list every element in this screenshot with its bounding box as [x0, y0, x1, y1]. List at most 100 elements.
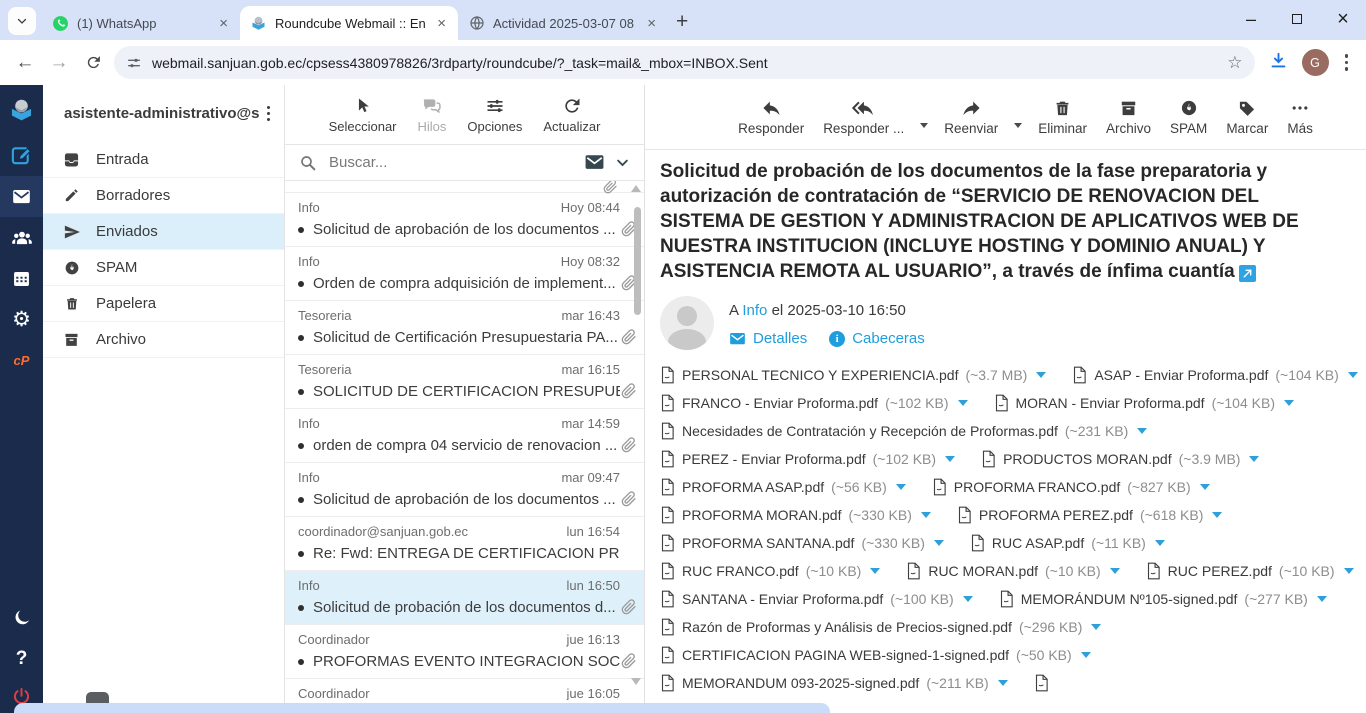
attachment-item[interactable]: MORAN - Enviar Proforma.pdf (~104 KB) — [994, 393, 1295, 412]
attachment-item[interactable]: SANTANA - Enviar Proforma.pdf (~100 KB) — [660, 589, 973, 608]
message-row[interactable]: coordinador@sanjuan.gob.eclun 16:54 Re: … — [285, 517, 644, 571]
attachment-dropdown-caret[interactable] — [896, 484, 906, 490]
attachment-dropdown-caret[interactable] — [945, 456, 955, 462]
mail-nav-button[interactable] — [0, 176, 43, 217]
profile-avatar[interactable]: G — [1302, 49, 1329, 76]
attachment-dropdown-caret[interactable] — [870, 568, 880, 574]
mark-button[interactable]: Marcar — [1223, 98, 1271, 136]
calendar-nav-button[interactable] — [0, 258, 43, 299]
list-scrollbar-thumb[interactable] — [634, 207, 641, 315]
browser-tab[interactable]: Roundcube Webmail :: Enviados × — [240, 6, 458, 40]
external-link-icon[interactable] — [1239, 265, 1256, 282]
attachment-item[interactable]: MEMORANDUM 093-2025-signed.pdf (~211 KB) — [660, 673, 1008, 692]
dark-mode-button[interactable] — [0, 597, 43, 638]
folder-item-enviados[interactable]: Enviados — [43, 214, 284, 250]
folder-item-papelera[interactable]: Papelera — [43, 286, 284, 322]
attachment-item[interactable]: CERTIFICACION PAGINA WEB-signed-1-signed… — [660, 645, 1091, 664]
message-row-partial-top[interactable] — [285, 181, 644, 193]
attachment-dropdown-caret[interactable] — [1137, 428, 1147, 434]
folder-item-archivo[interactable]: Archivo — [43, 322, 284, 358]
message-row[interactable]: Tesoreriamar 16:43 Solicitud de Certific… — [285, 301, 644, 355]
attachment-dropdown-caret[interactable] — [1091, 624, 1101, 630]
folder-item-borradores[interactable]: Borradores — [43, 178, 284, 214]
attachment-dropdown-caret[interactable] — [1200, 484, 1210, 490]
message-row[interactable]: Infomar 09:47 Solicitud de aprobación de… — [285, 463, 644, 517]
forward-dropdown-caret[interactable] — [1014, 123, 1022, 128]
tab-search-button[interactable] — [8, 7, 36, 35]
browser-tab[interactable]: Actividad 2025-03-07 08:00:00 × — [458, 6, 668, 40]
delete-button[interactable]: Eliminar — [1035, 98, 1090, 136]
attachment-item[interactable]: PEREZ - Enviar Proforma.pdf (~102 KB) — [660, 449, 955, 468]
close-button[interactable]: × — [1320, 0, 1366, 38]
reload-button[interactable] — [80, 54, 106, 71]
attachment-dropdown-caret[interactable] — [1036, 372, 1046, 378]
forward-button[interactable]: → — [46, 52, 72, 74]
attachment-item[interactable]: PRODUCTOS MORAN.pdf (~3.9 MB) — [981, 449, 1259, 468]
message-row[interactable]: Infolun 16:50 Solicitud de probación de … — [285, 571, 644, 625]
list-scroll-down-arrow[interactable] — [631, 678, 641, 685]
browser-tab[interactable]: (1) WhatsApp × — [42, 6, 240, 40]
attachment-dropdown-caret[interactable] — [998, 680, 1008, 686]
attachment-dropdown-caret[interactable] — [934, 540, 944, 546]
new-tab-button[interactable]: + — [676, 11, 688, 32]
reply-button[interactable]: Responder — [735, 98, 807, 136]
select-button[interactable]: Seleccionar — [329, 96, 397, 134]
tab-close-icon[interactable]: × — [643, 14, 660, 33]
message-row[interactable]: Infomar 14:59 orden de compra 04 servici… — [285, 409, 644, 463]
settings-nav-button[interactable]: ⚙ — [0, 299, 43, 340]
tab-close-icon[interactable]: × — [215, 14, 232, 33]
reply-all-button[interactable]: Responder ... — [820, 98, 907, 136]
help-button[interactable]: ? — [0, 638, 43, 679]
browser-menu-button[interactable] — [1337, 54, 1357, 71]
attachment-item[interactable]: PERSONAL TECNICO Y EXPERIENCIA.pdf (~3.7… — [660, 365, 1046, 384]
attachment-item[interactable]: RUC MORAN.pdf (~10 KB) — [906, 561, 1119, 580]
spam-button[interactable]: SPAM — [1167, 98, 1210, 136]
attachment-item[interactable]: Razón de Proformas y Análisis de Precios… — [660, 617, 1101, 636]
attachment-item[interactable]: PROFORMA PEREZ.pdf (~618 KB) — [957, 505, 1222, 524]
back-button[interactable]: ← — [12, 52, 38, 74]
attachment-dropdown-caret[interactable] — [1249, 456, 1259, 462]
list-scroll-up-arrow[interactable] — [631, 185, 641, 192]
attachment-item[interactable]: PROFORMA ASAP.pdf (~56 KB) — [660, 477, 906, 496]
more-button[interactable]: Más — [1284, 98, 1316, 136]
bookmark-star-icon[interactable]: ☆ — [1227, 53, 1242, 73]
attachment-item[interactable]: PROFORMA MORAN.pdf (~330 KB) — [660, 505, 931, 524]
compose-button[interactable] — [0, 135, 43, 176]
attachment-item[interactable]: FRANCO - Enviar Proforma.pdf (~102 KB) — [660, 393, 968, 412]
attachment-dropdown-caret[interactable] — [958, 400, 968, 406]
details-link[interactable]: Detalles — [729, 330, 807, 347]
attachment-item[interactable]: PROFORMA FRANCO.pdf (~827 KB) — [932, 477, 1210, 496]
headers-link[interactable]: i Cabeceras — [829, 330, 925, 347]
attachment-dropdown-caret[interactable] — [1348, 372, 1358, 378]
address-bar[interactable]: webmail.sanjuan.gob.ec/cpsess4380978826/… — [114, 46, 1255, 79]
reply-all-dropdown-caret[interactable] — [920, 123, 928, 128]
attachment-item[interactable]: ASAP - Enviar Proforma.pdf (~104 KB) — [1072, 365, 1357, 384]
attachment-dropdown-caret[interactable] — [921, 512, 931, 518]
folder-item-spam[interactable]: SPAM — [43, 250, 284, 286]
message-row[interactable]: InfoHoy 08:44 Solicitud de aprobación de… — [285, 193, 644, 247]
attachment-item[interactable]: RUC ASAP.pdf (~11 KB) — [970, 533, 1165, 552]
refresh-button[interactable]: Actualizar — [543, 96, 600, 134]
message-row[interactable]: Tesoreriamar 16:15 SOLICITUD DE CERTIFIC… — [285, 355, 644, 409]
search-input[interactable] — [327, 153, 574, 172]
account-menu-button[interactable] — [259, 106, 278, 121]
attachment-dropdown-caret[interactable] — [1284, 400, 1294, 406]
attachment-dropdown-caret[interactable] — [1212, 512, 1222, 518]
search-scope-mail-icon[interactable] — [584, 154, 605, 171]
attachment-dropdown-caret[interactable] — [1110, 568, 1120, 574]
forward-button[interactable]: Reenviar — [941, 98, 1001, 136]
attachment-dropdown-caret[interactable] — [1344, 568, 1354, 574]
message-row[interactable]: InfoHoy 08:32 Orden de compra adquisició… — [285, 247, 644, 301]
attachment-item[interactable]: RUC FRANCO.pdf (~10 KB) — [660, 561, 880, 580]
restore-button[interactable] — [1274, 0, 1320, 38]
minimize-button[interactable]: – — [1228, 0, 1274, 38]
attachment-item[interactable]: RUC PEREZ.pdf (~10 KB) — [1146, 561, 1354, 580]
attachment-dropdown-caret[interactable] — [1155, 540, 1165, 546]
recipient-link[interactable]: Info — [742, 302, 767, 319]
cpanel-button[interactable]: cP — [0, 340, 43, 381]
folder-item-entrada[interactable]: Entrada — [43, 142, 284, 178]
search-options-chevron-icon[interactable] — [615, 155, 630, 170]
tab-close-icon[interactable]: × — [433, 14, 450, 33]
attachment-item[interactable]: MEMORÁNDUM Nº105-signed.pdf (~277 KB) — [999, 589, 1327, 608]
attachment-item[interactable] — [1034, 673, 1049, 692]
